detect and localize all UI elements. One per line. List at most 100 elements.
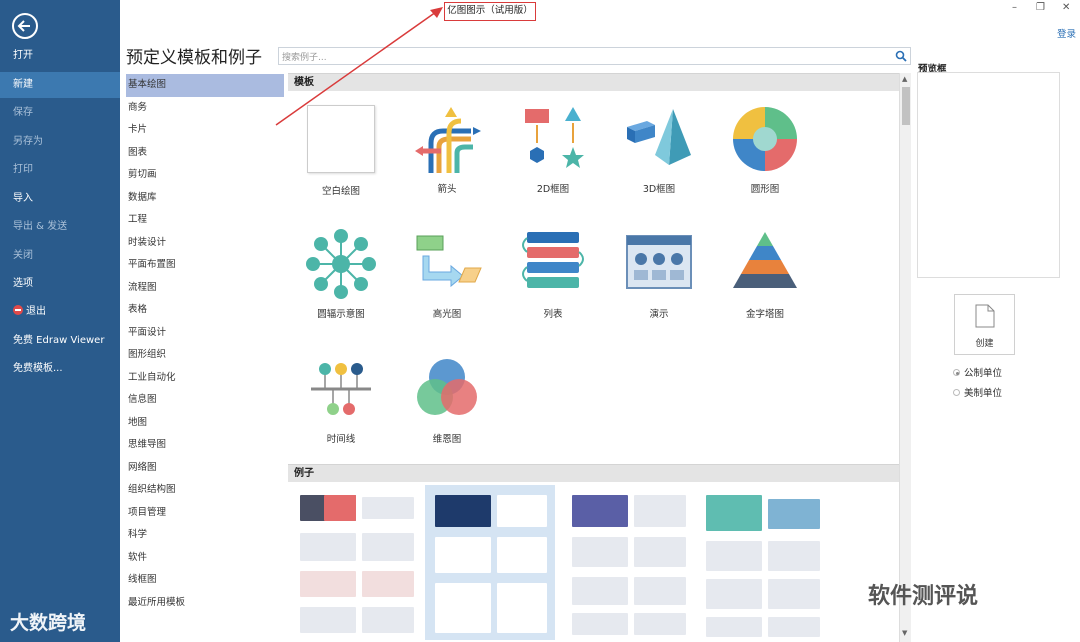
nav-item[interactable]: 另存为 (0, 129, 120, 155)
template-label: 维恩图 (432, 434, 462, 445)
category-item[interactable]: 组织结构图 (126, 479, 284, 502)
minimize-button[interactable]: – (1012, 2, 1017, 13)
create-button[interactable]: 创建 (954, 294, 1015, 355)
template-tile[interactable]: 圆辐示意图 (291, 228, 391, 320)
gallery-scrollbar[interactable]: ▲ ▼ (899, 73, 911, 642)
category-item[interactable]: 软件 (126, 547, 284, 570)
template-tile[interactable]: 金字塔图 (715, 228, 815, 320)
login-link[interactable]: 登录 (1057, 26, 1076, 40)
scroll-up-icon[interactable]: ▲ (902, 75, 907, 83)
category-item[interactable]: 基本绘图 (126, 74, 284, 97)
category-item[interactable]: 最近所用模板 (126, 592, 284, 615)
category-item[interactable]: 时装设计 (126, 232, 284, 255)
template-tile[interactable]: 列表 (503, 228, 603, 320)
category-item[interactable]: 图表 (126, 142, 284, 165)
search-icon[interactable] (895, 50, 907, 62)
example-card[interactable] (566, 485, 696, 640)
2d-shapes-icon (517, 103, 589, 175)
nav-item[interactable]: 打开 (0, 43, 120, 69)
category-list: 基本绘图 商务 卡片 图表 剪切画 数据库 工程 时装设计 平面布置图 流程图 表格 平面设计 图形组织… (126, 74, 284, 640)
example-card[interactable] (702, 485, 832, 640)
nav-item[interactable]: 保存 (0, 100, 120, 126)
exit-icon (13, 305, 23, 315)
category-item[interactable]: 科学 (126, 524, 284, 547)
template-label: 金字塔图 (745, 309, 784, 320)
nav-item-label: 打印 (13, 164, 33, 175)
nav-item[interactable]: 关闭 (0, 243, 120, 269)
template-label: 时间线 (326, 434, 356, 445)
watermark-right: 软件测评说 (868, 584, 979, 609)
search-input[interactable]: 搜索例子... (278, 47, 911, 65)
nav-item-label: 关闭 (13, 250, 33, 261)
category-item[interactable]: 数据库 (126, 187, 284, 210)
category-item[interactable]: 工业自动化 (126, 367, 284, 390)
blank-page-icon (305, 105, 377, 177)
template-tile[interactable]: 2D框图 (503, 103, 603, 195)
category-item[interactable]: 信息图 (126, 389, 284, 412)
nav-item[interactable]: 免费模板... (0, 356, 120, 382)
radio-us-label: 美制单位 (964, 388, 1003, 399)
category-item[interactable]: 流程图 (126, 277, 284, 300)
category-item[interactable]: 平面布置图 (126, 254, 284, 277)
example-card[interactable] (294, 485, 424, 640)
presentation-icon (623, 228, 695, 300)
category-item[interactable]: 网络图 (126, 457, 284, 480)
template-gallery: 模板 空白绘图 箭头 2D框图 3D框图 圆形图圆辐示意图 高光图 列表 演示 金字塔图时间线 维… (288, 73, 899, 642)
category-item[interactable]: 表格 (126, 299, 284, 322)
scrollbar-thumb[interactable] (902, 87, 910, 125)
template-tile[interactable]: 圆形图 (715, 103, 815, 195)
category-item[interactable]: 思维导图 (126, 434, 284, 457)
back-arrow-icon (17, 20, 30, 32)
template-tile[interactable]: 维恩图 (397, 353, 497, 445)
arrows-icon (411, 103, 483, 175)
examples-section-header: 例子 (288, 464, 899, 482)
back-button[interactable] (12, 13, 38, 39)
preview-box (917, 72, 1060, 278)
nav-item-label: 免费模板... (13, 363, 63, 374)
nav-item-label: 选项 (13, 278, 33, 289)
category-item[interactable]: 项目管理 (126, 502, 284, 525)
nav-item-label: 打开 (13, 50, 33, 61)
template-tile[interactable]: 空白绘图 (291, 103, 391, 197)
nav-item[interactable]: 打印 (0, 157, 120, 183)
category-item[interactable]: 卡片 (126, 119, 284, 142)
category-item[interactable]: 地图 (126, 412, 284, 435)
backstage-nav: 打开新建 保存另存为打印导入 导出 & 发送关闭选项退出免费 Edraw Viewe… (0, 0, 120, 642)
app-window: 打开新建 保存另存为打印导入 导出 & 发送关闭选项退出免费 Edraw Viewe… (0, 0, 1080, 642)
nav-item[interactable]: 导入 (0, 186, 120, 212)
restore-button[interactable]: ❐ (1036, 2, 1045, 13)
category-item[interactable]: 线框图 (126, 569, 284, 592)
nav-item-label: 免费 Edraw Viewer (13, 335, 105, 346)
template-label: 空白绘图 (321, 186, 360, 197)
template-tile[interactable]: 时间线 (291, 353, 391, 445)
nav-item[interactable]: 选项 (0, 271, 120, 297)
nav-item[interactable]: 新建 (0, 72, 120, 98)
template-label: 演示 (649, 309, 669, 320)
radial-diagram-icon (305, 228, 377, 300)
template-tile[interactable]: 高光图 (397, 228, 497, 320)
search-placeholder: 搜索例子... (282, 53, 327, 63)
category-item[interactable]: 图形组织 (126, 344, 284, 367)
radio-us[interactable]: 美制单位 (953, 385, 1002, 399)
template-label: 2D框图 (536, 184, 570, 195)
examples-row (288, 485, 899, 642)
nav-item[interactable]: 退出 (0, 299, 120, 325)
nav-item[interactable]: 导出 & 发送 (0, 214, 120, 240)
template-tile[interactable]: 箭头 (397, 103, 497, 195)
category-item[interactable]: 平面设计 (126, 322, 284, 345)
nav-item[interactable]: 免费 Edraw Viewer (0, 328, 120, 354)
pyramid-icon (729, 228, 801, 300)
template-tile[interactable]: 3D框图 (609, 103, 709, 195)
category-item[interactable]: 剪切画 (126, 164, 284, 187)
category-item[interactable]: 工程 (126, 209, 284, 232)
scroll-down-icon[interactable]: ▼ (902, 629, 907, 637)
venn-icon (411, 353, 483, 425)
close-button[interactable]: ✕ (1062, 2, 1070, 13)
template-tile[interactable]: 演示 (609, 228, 709, 320)
radio-metric[interactable]: 公制单位 (953, 365, 1002, 379)
page-title: 预定义模板和例子 (126, 48, 262, 68)
category-item[interactable]: 商务 (126, 97, 284, 120)
templates-section-header: 模板 (288, 73, 899, 91)
example-card[interactable] (425, 485, 555, 640)
template-label: 圆形图 (750, 184, 780, 195)
